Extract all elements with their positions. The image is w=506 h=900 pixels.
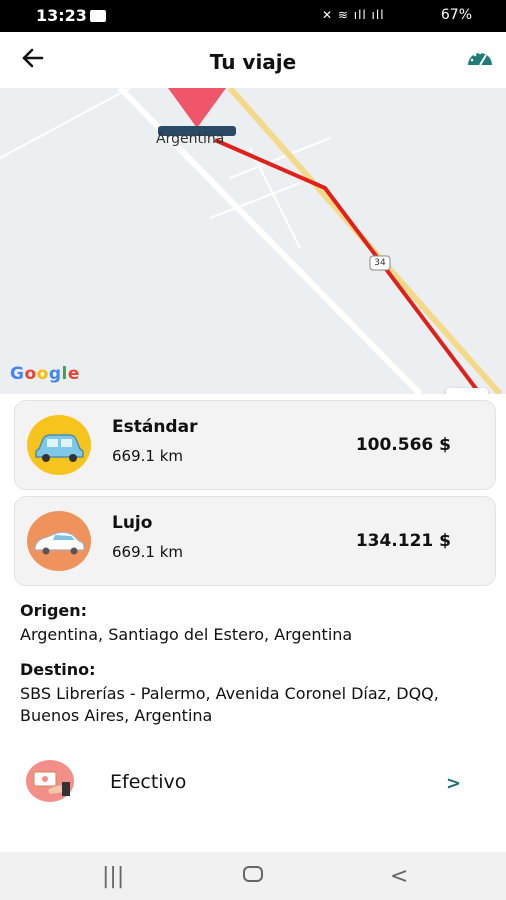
back-button[interactable]: < [390,864,408,889]
recent-apps-button[interactable]: ||| [102,864,124,889]
ride-option-luxury[interactable]: Lujo 669.1 km 134.121 $ [14,496,496,586]
ride-distance: 669.1 km [112,543,184,561]
battery-level: 67% [440,7,472,23]
status-time: 13:23 [36,6,87,25]
route-map[interactable]: Argentina 34 + − Google [0,88,506,394]
destination-label: Destino: [20,660,96,679]
chevron-right-icon[interactable]: > [446,773,461,794]
speedometer-icon[interactable] [466,46,494,68]
zoom-in-button[interactable]: + [446,388,488,394]
ride-name: Estándar [112,417,198,437]
ride-option-standard[interactable]: Estándar 669.1 km 100.566 $ [14,400,496,490]
message-icon [90,10,106,22]
page-title: Tu viaje [209,50,297,74]
zoom-controls: + − [446,388,488,394]
ride-distance: 669.1 km [112,447,184,465]
map-canvas [0,88,503,394]
app-header: Tu viaje [0,32,506,88]
ride-name: Lujo [112,513,153,533]
origin-value: Argentina, Santiago del Estero, Argentin… [20,625,353,644]
home-button[interactable] [243,864,263,890]
signal-icons: ✕ ≋ ıll ıll [322,8,385,22]
luxury-car-icon [27,511,91,571]
payment-method-label: Efectivo [110,771,187,793]
google-logo: Google [10,364,80,384]
ride-price: 134.121 $ [355,531,451,551]
map-place-label: Argentina [156,131,225,147]
car-icon [27,415,91,475]
status-bar: 13:23 ✕ ≋ ıll ıll 67% [0,0,506,32]
system-nav-bar: ||| < [0,852,506,900]
route-shield: 34 [374,258,386,268]
ride-price: 100.566 $ [355,435,451,455]
destination-value: SBS Librerías - Palermo, Avenida Coronel… [20,684,439,725]
origin-label: Origen: [20,601,88,620]
cash-payment-icon [26,760,74,802]
